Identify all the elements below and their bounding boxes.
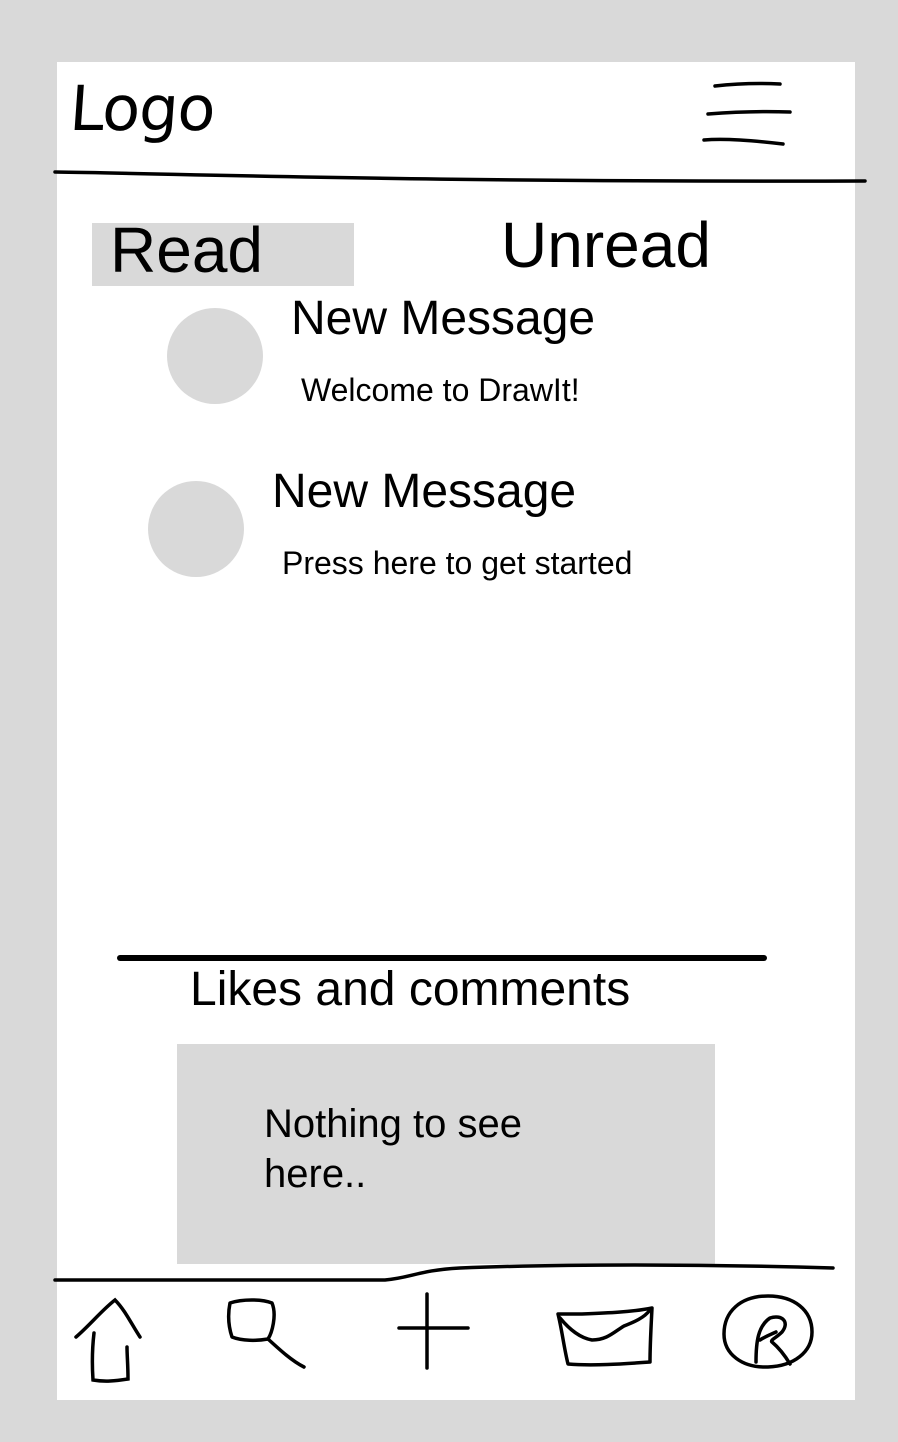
message-avatar <box>148 481 244 577</box>
tab-read[interactable]: Read <box>110 218 263 282</box>
profile-icon[interactable] <box>720 1292 816 1372</box>
likes-comments-title: Likes and comments <box>190 963 631 1016</box>
search-icon[interactable] <box>222 1295 312 1375</box>
message-avatar <box>167 308 263 404</box>
plus-icon[interactable] <box>396 1290 474 1372</box>
tab-unread[interactable]: Unread <box>501 213 711 277</box>
inbox-icon[interactable] <box>552 1300 660 1372</box>
message-preview[interactable]: Press here to get started <box>282 547 632 579</box>
home-icon[interactable] <box>70 1295 150 1390</box>
message-title[interactable]: New Message <box>291 295 595 343</box>
header-divider <box>53 170 867 183</box>
message-title[interactable]: New Message <box>272 468 576 516</box>
empty-state-text: Nothing to see here.. <box>264 1102 522 1196</box>
message-preview[interactable]: Welcome to DrawIt! <box>301 374 580 406</box>
